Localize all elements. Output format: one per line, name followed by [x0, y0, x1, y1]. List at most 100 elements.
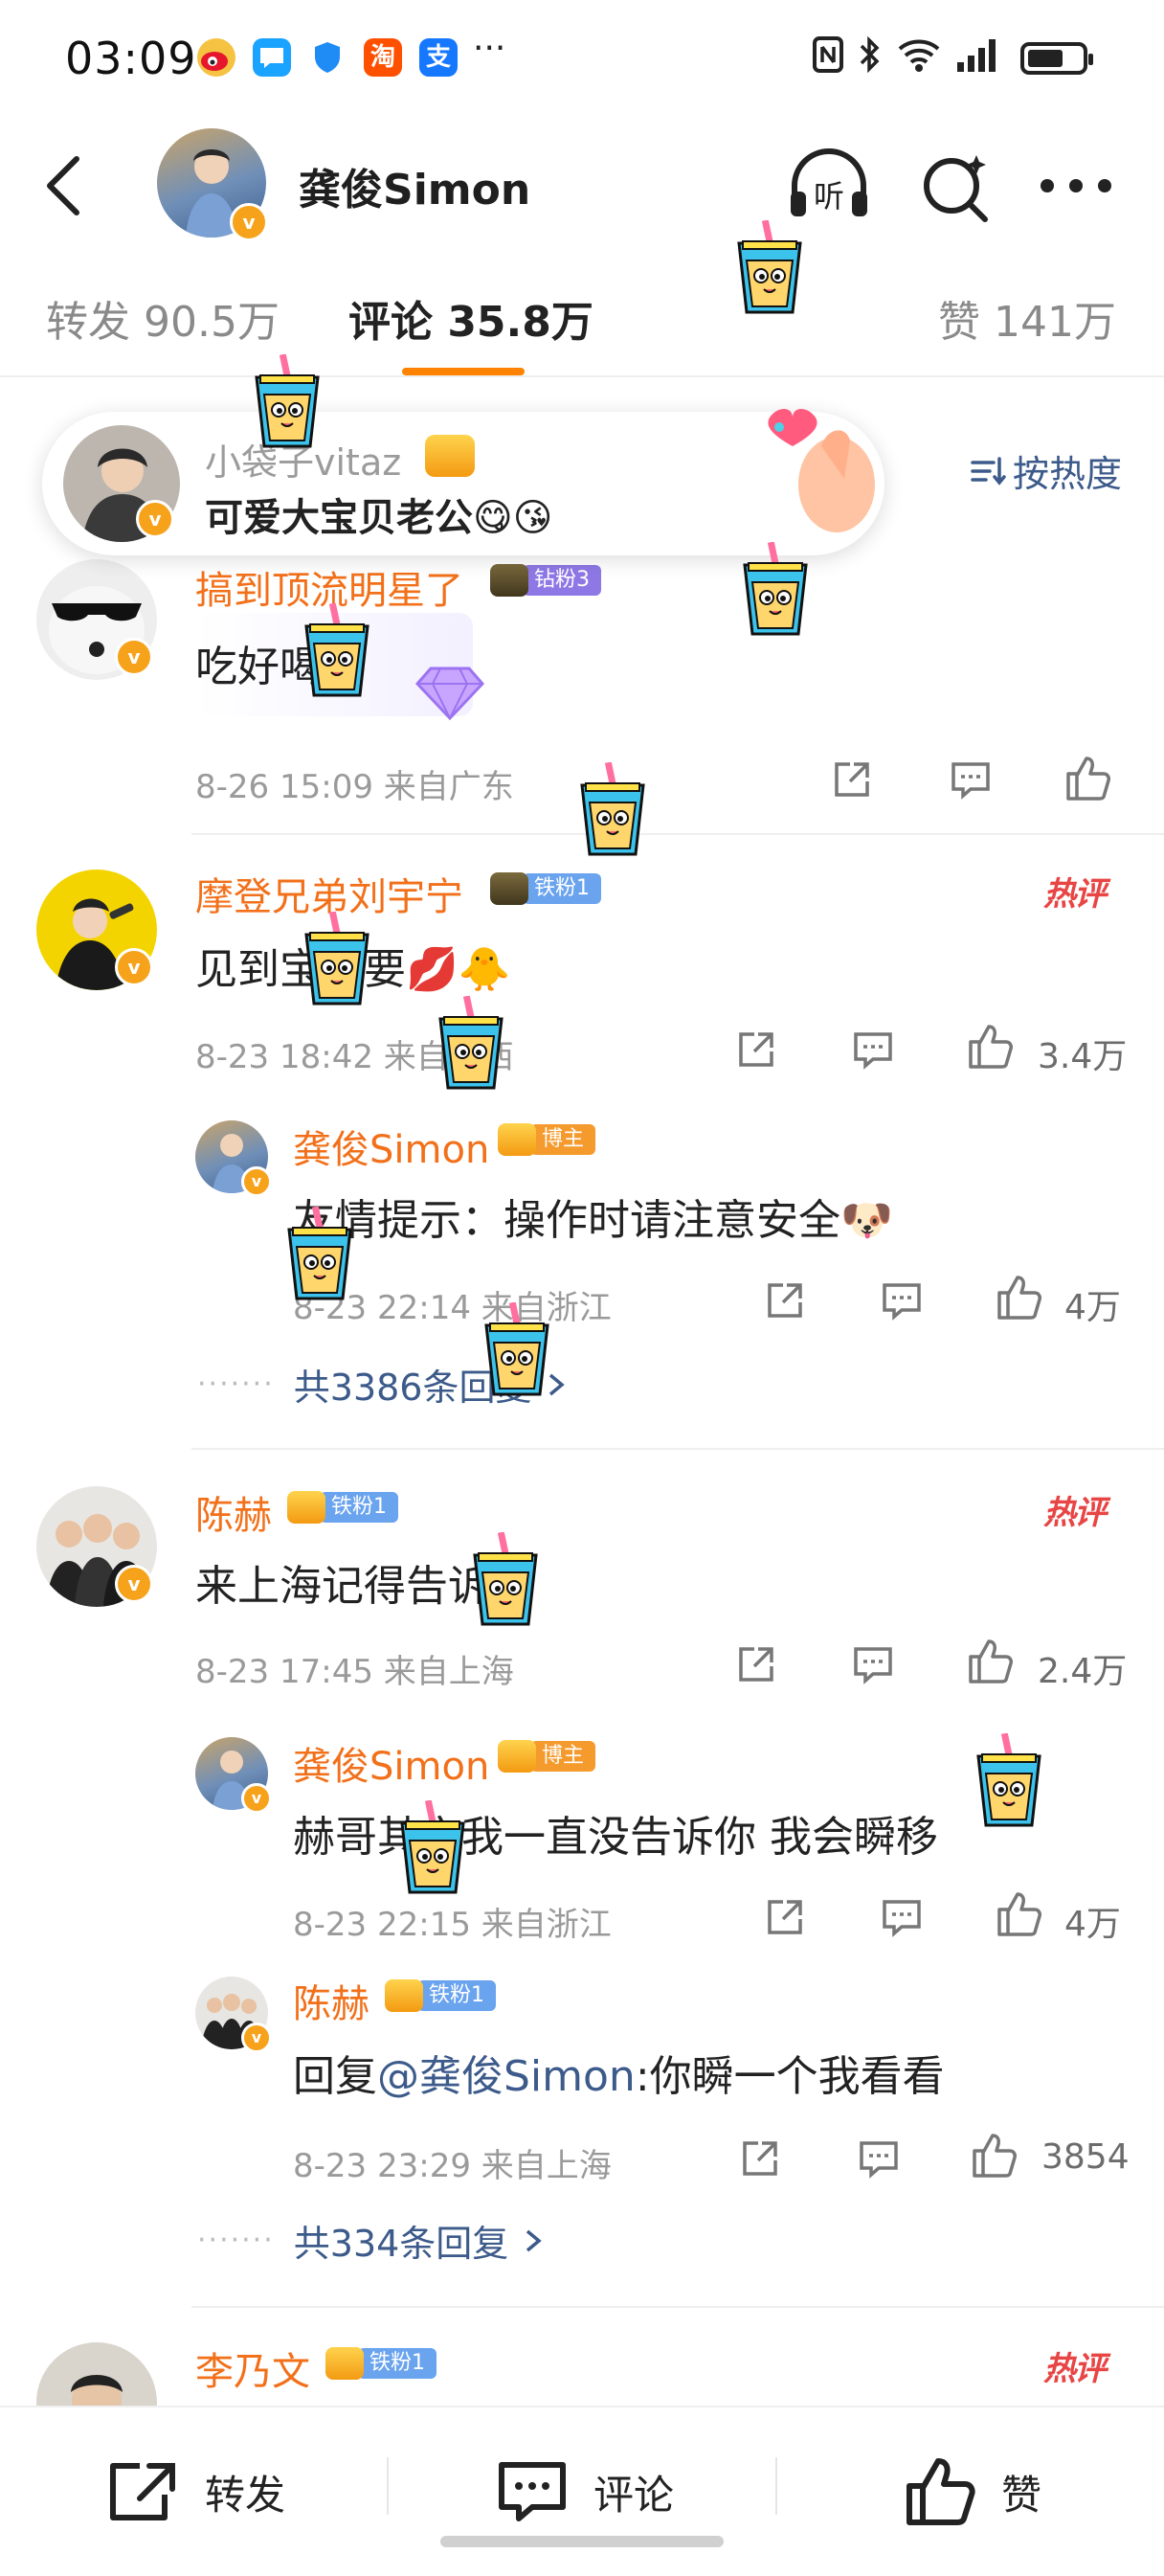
- chevron-right-icon: [526, 2229, 543, 2251]
- repost-label: 转发: [205, 2471, 286, 2519]
- like-icon[interactable]: [971, 2132, 1018, 2180]
- comment-divider: [191, 2306, 1164, 2308]
- reply-text: 友情提示：操作时请注意安全🐶: [293, 1196, 893, 1245]
- interaction-popup[interactable]: v 小袋子vitaz 可爱大宝贝老公😋😘: [42, 409, 884, 555]
- wifi-icon: [896, 35, 942, 81]
- reply-username[interactable]: 龚俊Simon: [293, 1735, 489, 1791]
- milk-tea-sticker-icon: [255, 354, 320, 448]
- reply-username[interactable]: 龚俊Simon: [293, 1119, 489, 1174]
- chevron-left-icon: [47, 156, 79, 215]
- fan-badge-label: 铁粉1: [320, 1492, 398, 1523]
- comment-username[interactable]: 陈赫: [195, 1484, 272, 1540]
- share-icon[interactable]: [764, 1279, 806, 1322]
- status-bar: 03:09 淘 支 ···: [0, 0, 1164, 115]
- status-right: [798, 34, 1093, 82]
- share-icon[interactable]: [735, 1643, 777, 1685]
- milk-tea-sticker-icon: [484, 1302, 549, 1396]
- comment-button[interactable]: 评论: [496, 2407, 674, 2576]
- like-icon[interactable]: [996, 1890, 1043, 1938]
- milk-tea-sticker-icon: [304, 912, 369, 1006]
- reply-icon[interactable]: [858, 2137, 900, 2180]
- mention-link[interactable]: @龚俊Simon: [377, 2052, 636, 2101]
- comment-meta: 8-26 15:09 来自广东: [195, 768, 514, 806]
- hot-comment-badge: 热评: [1043, 2350, 1107, 2388]
- milk-tea-sticker-icon: [580, 762, 645, 856]
- diamond-icon: [412, 661, 488, 726]
- milk-tea-sticker-icon: [473, 1532, 538, 1626]
- tab-reposts[interactable]: 转发 90.5万: [46, 287, 280, 349]
- more-button[interactable]: [1038, 157, 1114, 215]
- blogger-badge-label: 博主: [530, 1124, 596, 1155]
- reply-icon[interactable]: [881, 1279, 923, 1322]
- verified-badge: v: [230, 203, 268, 241]
- blogger-badge: 博主: [498, 1122, 596, 1157]
- separator: [775, 2457, 777, 2515]
- crown-icon: [385, 1979, 423, 2012]
- dotted-line: ·······: [197, 1367, 275, 1401]
- more-notifications: ···: [473, 29, 506, 68]
- reply-icon[interactable]: [852, 1028, 894, 1071]
- verified-badge: v: [241, 1166, 272, 1197]
- repost-icon: [110, 2463, 175, 2520]
- share-icon[interactable]: [831, 758, 873, 801]
- milk-tea-sticker-icon: [304, 603, 369, 697]
- svg-text:听: 听: [814, 178, 844, 215]
- like-label: 赞: [1001, 2471, 1042, 2519]
- comment-username[interactable]: 李乃文: [195, 2340, 310, 2396]
- like-icon[interactable]: [967, 1023, 1015, 1071]
- search-button[interactable]: [917, 144, 994, 226]
- blogger-badge: 博主: [498, 1739, 596, 1774]
- fan-badge: 铁粉1: [490, 871, 601, 906]
- back-button[interactable]: [34, 149, 92, 222]
- like-icon[interactable]: [967, 1638, 1015, 1685]
- milk-tea-sticker-icon: [737, 220, 802, 314]
- share-icon[interactable]: [735, 1028, 777, 1071]
- comment-label: 评论: [593, 2471, 675, 2519]
- status-time: 03:09: [65, 33, 197, 84]
- like-count: 4万: [1064, 1288, 1121, 1327]
- view-more-replies[interactable]: ······· 共334条回复: [197, 2214, 545, 2267]
- sort-by-hot-button[interactable]: 按热度: [969, 444, 1122, 497]
- fan-badge: 铁粉1: [287, 1490, 398, 1525]
- like-count: 4万: [1064, 1905, 1121, 1944]
- verified-badge: v: [115, 1565, 153, 1603]
- share-icon[interactable]: [764, 1896, 806, 1938]
- hot-comment-badge: 热评: [1043, 1494, 1107, 1532]
- hot-comment-badge: 热评: [1043, 875, 1107, 914]
- fan-badge-label: 铁粉1: [417, 1980, 496, 2011]
- fan-badge: 钻粉3: [490, 563, 601, 598]
- verified-badge: v: [115, 948, 153, 986]
- author-name[interactable]: 龚俊Simon: [299, 155, 530, 216]
- comment-icon: [499, 2462, 566, 2521]
- fan-badge-label: 钻粉3: [523, 565, 601, 596]
- crown-icon: [425, 435, 475, 477]
- like-icon[interactable]: [1064, 755, 1112, 802]
- home-indicator[interactable]: [440, 2536, 724, 2547]
- reply-username[interactable]: 陈赫: [293, 1973, 369, 2028]
- thumbs-up-icon: [907, 2458, 975, 2525]
- reply-icon[interactable]: [881, 1896, 923, 1938]
- more-replies-label: 共334条回复: [293, 2223, 509, 2265]
- reply-icon[interactable]: [852, 1643, 894, 1685]
- fan-badge-label: 铁粉1: [523, 873, 601, 904]
- listen-button[interactable]: 听: [785, 144, 873, 226]
- message-icon: [253, 38, 291, 77]
- share-icon[interactable]: [739, 2137, 781, 2180]
- tab-comments[interactable]: 评论 35.8万: [348, 287, 593, 349]
- fan-badge-label: 铁粉1: [358, 2348, 436, 2379]
- comment-divider: [191, 833, 1164, 835]
- dotted-line: ·······: [197, 2224, 275, 2257]
- bluetooth-icon: [858, 35, 883, 81]
- verified-badge: v: [241, 2022, 272, 2053]
- like-icon[interactable]: [996, 1274, 1043, 1322]
- like-button[interactable]: 赞: [904, 2407, 1041, 2576]
- tab-likes[interactable]: 赞 141万: [938, 287, 1116, 349]
- repost-button[interactable]: 转发: [107, 2407, 285, 2576]
- reply-body: :你瞬一个我看看: [635, 2052, 945, 2101]
- sort-icon: [971, 456, 1006, 486]
- like-count: 2.4万: [1038, 1652, 1128, 1691]
- reply-meta: 8-23 23:29 来自上海: [293, 2147, 612, 2185]
- sort-label: 按热度: [1013, 453, 1123, 495]
- reply-icon[interactable]: [950, 758, 992, 801]
- bottom-action-bar: 转发 评论 赞: [0, 2406, 1164, 2576]
